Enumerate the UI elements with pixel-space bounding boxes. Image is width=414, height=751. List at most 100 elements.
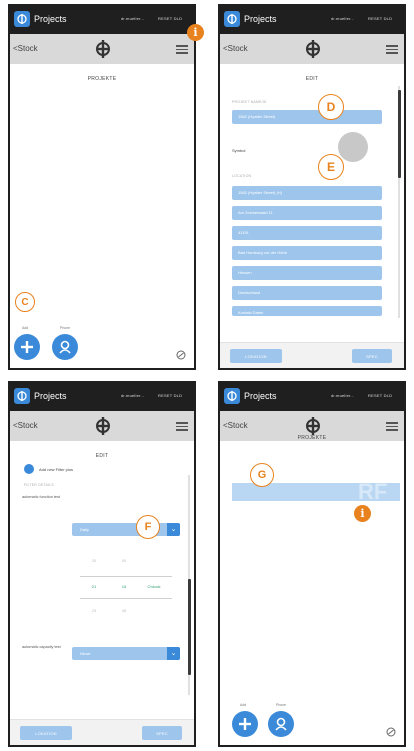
chevron-down-icon: ⌄ bbox=[167, 523, 180, 536]
picker-cell: 23 bbox=[91, 608, 97, 613]
add-filter-label: Add new Filter plus bbox=[39, 466, 74, 472]
app-icon bbox=[14, 11, 30, 27]
phone-icon bbox=[59, 340, 71, 354]
location-field[interactable]: Bad Homburg vor der Höhe bbox=[232, 246, 382, 260]
picker-cell-selected: O'clock bbox=[147, 584, 161, 589]
reset-button[interactable]: RESET DLD bbox=[158, 16, 182, 21]
bottom-bar: LOKATION SPEC bbox=[10, 719, 194, 745]
location-field[interactable]: Hessen bbox=[232, 266, 382, 280]
menu-icon[interactable] bbox=[386, 422, 398, 431]
back-button[interactable]: <Stock bbox=[13, 421, 38, 430]
add-project-button[interactable] bbox=[232, 711, 258, 737]
plus-icon bbox=[21, 341, 33, 353]
page-title: PROJEKTE bbox=[87, 76, 117, 82]
app-title: Projects bbox=[34, 14, 67, 24]
phone-button[interactable] bbox=[52, 334, 78, 360]
screen-edit-project: Projects dr.mueller... RESET DLD <Stock … bbox=[218, 4, 406, 370]
callout-d: D bbox=[318, 94, 344, 120]
back-button[interactable]: <Stock bbox=[223, 44, 248, 53]
auto-capacity-label: automatic capacity test bbox=[22, 645, 61, 649]
app-icon bbox=[224, 11, 240, 27]
user-name[interactable]: dr.mueller... bbox=[331, 393, 354, 398]
project-name-field[interactable]: 1562 (Hyatter Street) bbox=[232, 110, 382, 124]
auto-function-value: Daily bbox=[80, 527, 89, 532]
spec-button[interactable]: SPEC bbox=[142, 726, 182, 740]
symbol-image[interactable] bbox=[338, 132, 368, 162]
info-marker: i bbox=[354, 505, 371, 522]
fab-add-label: Add bbox=[22, 326, 29, 330]
status-bar: Projects dr.mueller... RESET DLD bbox=[10, 6, 194, 34]
app-icon bbox=[224, 388, 240, 404]
bottom-bar: LOKATION SPEC bbox=[220, 342, 404, 368]
reset-button[interactable]: RESET DLD bbox=[368, 16, 392, 21]
auto-capacity-select[interactable]: Never ⌄ bbox=[72, 647, 180, 660]
status-bar: Projects dr.mueller... RESET DLD bbox=[220, 6, 404, 34]
app-icon bbox=[14, 388, 30, 404]
chevron-down-icon: ⌄ bbox=[167, 647, 180, 660]
info-marker: i bbox=[187, 24, 204, 41]
scrollbar-thumb[interactable] bbox=[187, 579, 191, 675]
back-button[interactable]: <Stock bbox=[223, 421, 248, 430]
status-bar: Projects dr.mueller... RESET DLD bbox=[220, 383, 404, 411]
user-name[interactable]: dr.mueller... bbox=[331, 16, 354, 21]
picker-cell-selected: 15 bbox=[121, 584, 127, 589]
menu-icon[interactable] bbox=[386, 45, 398, 54]
project-watermark: RF bbox=[358, 479, 388, 504]
page-title: EDIT bbox=[95, 453, 109, 459]
menu-icon[interactable] bbox=[176, 45, 188, 54]
auto-capacity-value: Never bbox=[80, 651, 91, 656]
page-title: PROJEKTE bbox=[297, 435, 327, 441]
location-field[interactable]: Am Zeichenwald 11 bbox=[232, 206, 382, 220]
time-picker[interactable]: 20 00 21 15 O'clock 23 45 bbox=[72, 558, 180, 628]
screen-edit-filter: Projects dr.mueller... RESET DLD <Stock … bbox=[8, 381, 196, 747]
location-button[interactable]: LOKATION bbox=[20, 726, 72, 740]
location-button[interactable]: LOKATION bbox=[230, 349, 282, 363]
location-field[interactable]: Deutschland bbox=[232, 286, 382, 300]
reset-button[interactable]: RESET DLD bbox=[158, 393, 182, 398]
app-title: Projects bbox=[244, 391, 277, 401]
user-name[interactable]: dr.mueller... bbox=[121, 393, 144, 398]
scrollbar-thumb[interactable] bbox=[397, 90, 401, 178]
picker-cell: 45 bbox=[121, 608, 127, 613]
picker-cell: 00 bbox=[121, 558, 127, 563]
fab-phone-label: Phone bbox=[60, 326, 71, 330]
nav-bar: <Stock bbox=[220, 34, 404, 64]
screen-projects-list: Projects dr.mueller... RESET DLD <Stock … bbox=[218, 381, 406, 747]
phone-button[interactable] bbox=[268, 711, 294, 737]
reset-button[interactable]: RESET DLD bbox=[368, 393, 392, 398]
auto-function-label: automatic function test bbox=[22, 495, 60, 499]
fab-phone-label: Phone bbox=[276, 703, 287, 707]
fab-add-label: Add bbox=[240, 703, 247, 707]
callout-e: E bbox=[318, 154, 344, 180]
logo-icon bbox=[306, 417, 320, 435]
auto-function-select[interactable]: Daily ⌄ bbox=[72, 523, 180, 536]
picker-divider bbox=[80, 576, 172, 577]
status-bar: Projects dr.mueller... RESET DLD bbox=[10, 383, 194, 411]
settings-icon[interactable] bbox=[176, 350, 186, 360]
symbol-label: Symbol bbox=[232, 148, 246, 153]
callout-g: G bbox=[250, 463, 274, 487]
nav-bar: <Stock bbox=[10, 411, 194, 441]
add-project-button[interactable] bbox=[14, 334, 40, 360]
picker-divider bbox=[80, 598, 172, 599]
page-title: EDIT bbox=[305, 76, 319, 82]
plus-icon bbox=[239, 718, 251, 730]
logo-icon bbox=[96, 40, 110, 58]
location-field[interactable]: Kontakt Daten bbox=[232, 306, 382, 316]
add-filter-row[interactable]: Add new Filter plus bbox=[24, 464, 73, 474]
logo-icon bbox=[96, 417, 110, 435]
back-button[interactable]: <Stock bbox=[13, 44, 38, 53]
app-title: Projects bbox=[34, 391, 67, 401]
location-field[interactable]: 1562 (Hyatter Street) (H) bbox=[232, 186, 382, 200]
section-label-filter: FILTER DETAILS bbox=[24, 483, 54, 487]
settings-icon[interactable] bbox=[386, 727, 396, 737]
user-name[interactable]: dr.mueller... bbox=[121, 16, 144, 21]
location-field[interactable]: 41191 bbox=[232, 226, 382, 240]
plus-icon bbox=[24, 464, 34, 474]
section-label-project: PROJEKT NAME/ID bbox=[232, 100, 267, 104]
phone-icon bbox=[275, 717, 287, 731]
picker-cell-selected: 21 bbox=[91, 584, 97, 589]
picker-cell: 20 bbox=[91, 558, 97, 563]
menu-icon[interactable] bbox=[176, 422, 188, 431]
spec-button[interactable]: SPEC bbox=[352, 349, 392, 363]
